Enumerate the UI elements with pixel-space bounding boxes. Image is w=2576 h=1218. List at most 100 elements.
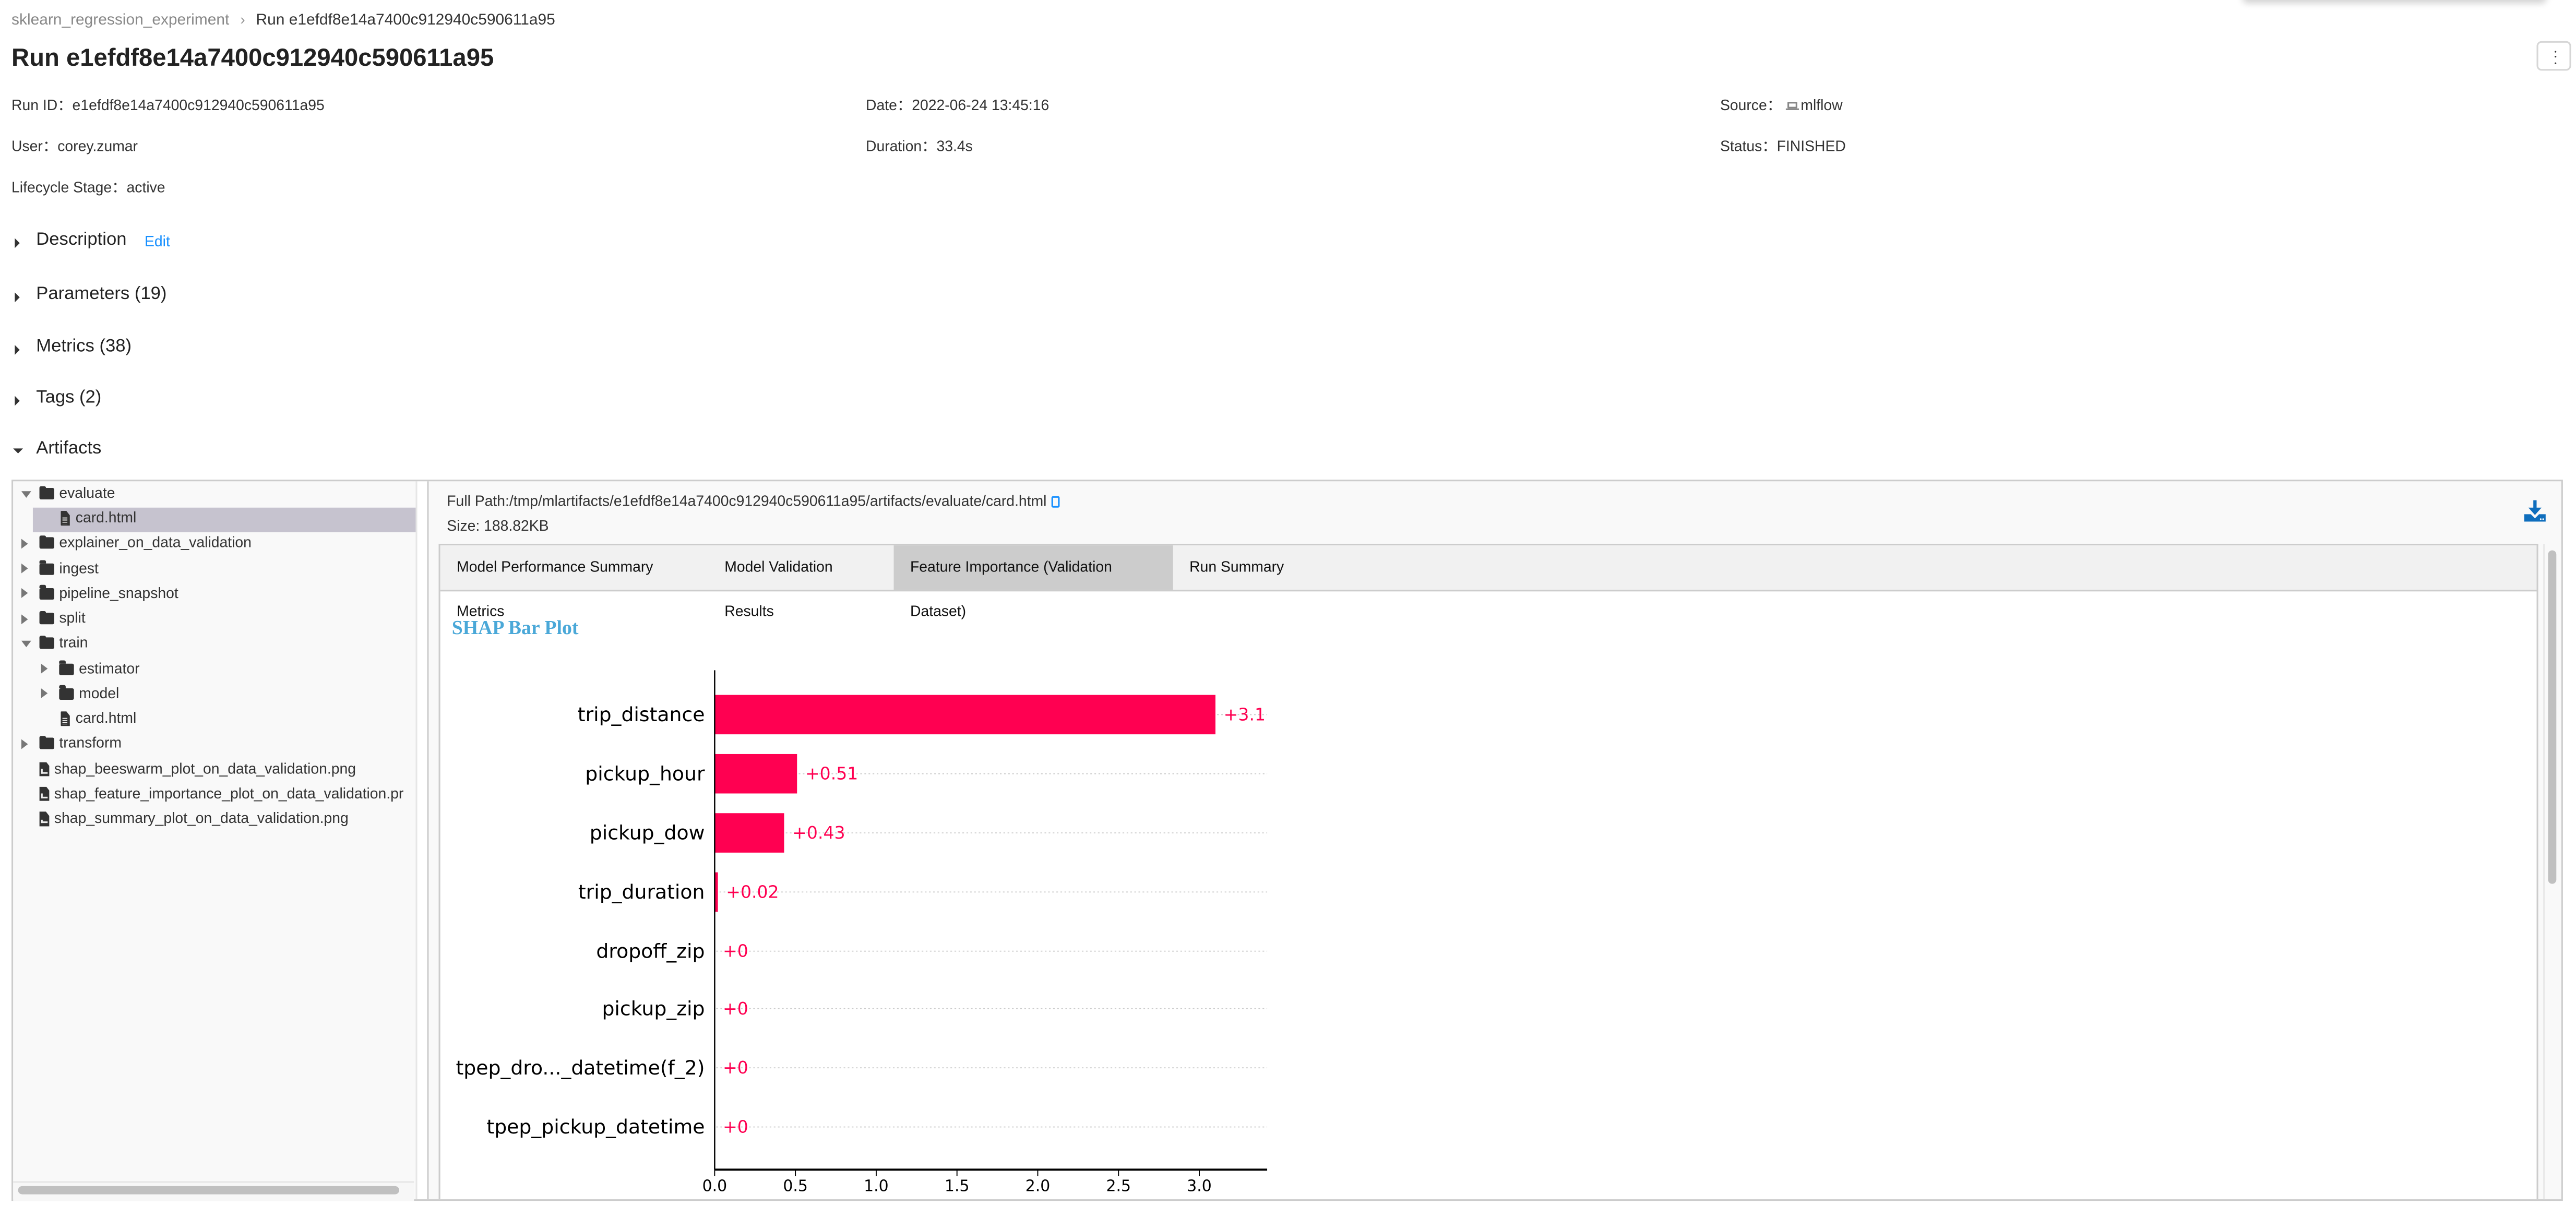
caret-right-icon[interactable] bbox=[41, 663, 48, 674]
category-label: pickup_hour bbox=[585, 762, 705, 785]
tree-file[interactable]: card.html bbox=[13, 707, 415, 732]
value-label: +0.43 bbox=[792, 822, 845, 843]
tree-horizontal-scrollbar[interactable] bbox=[18, 1186, 399, 1194]
tree-folder[interactable]: model bbox=[13, 682, 415, 706]
tree-folder[interactable]: transform bbox=[13, 732, 415, 756]
tree-divider bbox=[417, 481, 429, 1200]
tree-item-label: transform bbox=[59, 734, 122, 751]
tree-item-label: evaluate bbox=[59, 484, 115, 501]
tree-item-label: explainer_on_data_validation bbox=[59, 534, 252, 551]
laptop-icon bbox=[1786, 101, 1799, 111]
page-title: Run e1efdf8e14a7400c912940c590611a95 bbox=[11, 44, 494, 73]
tree-file[interactable]: shap_beeswarm_plot_on_data_validation.pn… bbox=[13, 757, 415, 782]
x-tick-label: 1.5 bbox=[945, 1177, 970, 1195]
category-label: pickup_zip bbox=[602, 997, 705, 1020]
tree-file[interactable]: shap_feature_importance_plot_on_data_val… bbox=[13, 782, 415, 806]
date-field: Date：2022-06-24 13:45:16 bbox=[866, 93, 1049, 115]
date-value: 2022-06-24 13:45:16 bbox=[912, 97, 1050, 114]
status-value: FINISHED bbox=[1776, 138, 1846, 154]
status-label: Status： bbox=[1720, 138, 1777, 154]
duration-field: Duration：33.4s bbox=[866, 135, 973, 156]
x-tick-label: 3.0 bbox=[1187, 1177, 1212, 1195]
caret-down-icon bbox=[12, 447, 22, 453]
tree-item-label: model bbox=[79, 684, 120, 701]
category-label: trip_distance bbox=[578, 703, 705, 726]
folder-icon bbox=[39, 635, 54, 649]
artifact-full-path: Full Path:/tmp/mlartifacts/e1efdf8e14a74… bbox=[447, 493, 1060, 509]
file-icon bbox=[59, 511, 70, 526]
tree-file[interactable]: card.html bbox=[32, 507, 416, 532]
section-tags-label: Tags (2) bbox=[36, 387, 102, 408]
folder-icon bbox=[39, 735, 54, 749]
category-label: dropoff_zip bbox=[596, 939, 705, 962]
caret-down-icon[interactable] bbox=[21, 490, 31, 497]
run-id-value: e1efdf8e14a7400c912940c590611a95 bbox=[72, 97, 325, 114]
lifecycle-value: active bbox=[126, 179, 165, 196]
caret-right-icon[interactable] bbox=[21, 588, 28, 598]
tree-item-label: split bbox=[59, 609, 86, 626]
tree-folder[interactable]: train bbox=[13, 631, 415, 656]
run-page: sklearn_regression_experiment › Run e1ef… bbox=[0, 0, 2576, 1218]
copy-icon[interactable] bbox=[1051, 496, 1060, 508]
tree-item-label: card.html bbox=[75, 709, 137, 726]
category-label: trip_duration bbox=[578, 880, 705, 903]
section-tags[interactable]: Tags (2) bbox=[11, 388, 209, 412]
tree-item-label: train bbox=[59, 634, 88, 651]
download-icon[interactable] bbox=[2523, 499, 2546, 522]
tree-file[interactable]: shap_summary_plot_on_data_validation.png bbox=[13, 807, 415, 832]
shap-bar-chart: trip_distance +3.1 pickup_hour +0.51 pickup_… bbox=[456, 670, 1268, 1195]
full-path-text: Full Path:/tmp/mlartifacts/e1efdf8e14a74… bbox=[447, 493, 1047, 509]
category-label: tpep_dro..._datetime(f_2) bbox=[456, 1056, 705, 1079]
duration-label: Duration： bbox=[865, 138, 937, 154]
section-parameters[interactable]: Parameters (19) bbox=[11, 284, 209, 309]
source-value[interactable]: mlflow bbox=[1800, 97, 1842, 113]
caret-right-icon[interactable] bbox=[21, 563, 28, 574]
breadcrumb-experiment-link[interactable]: sklearn_regression_experiment bbox=[11, 11, 229, 30]
overflow-menu-button[interactable] bbox=[2536, 41, 2571, 71]
viewer-vertical-scrollbar[interactable] bbox=[2548, 550, 2557, 884]
x-tick-label: 0.5 bbox=[783, 1177, 808, 1195]
caret-down-icon[interactable] bbox=[21, 640, 31, 647]
image-file-icon bbox=[39, 761, 50, 777]
bar-pickup_hour bbox=[714, 754, 797, 794]
value-label: +0 bbox=[723, 1117, 748, 1137]
lifecycle-label: Lifecycle Stage： bbox=[11, 179, 127, 196]
value-label: +0 bbox=[723, 998, 748, 1019]
lifecycle-field: Lifecycle Stage：active bbox=[11, 176, 165, 197]
description-edit-link[interactable]: Edit bbox=[145, 232, 170, 248]
tree-folder[interactable]: evaluate bbox=[13, 482, 415, 507]
caret-right-icon bbox=[15, 395, 20, 405]
tree-item-label: ingest bbox=[59, 559, 99, 576]
caret-right-icon[interactable] bbox=[21, 613, 28, 624]
category-label: pickup_dow bbox=[590, 821, 705, 844]
file-icon bbox=[59, 711, 70, 726]
folder-icon bbox=[39, 610, 54, 625]
user-value: corey.zumar bbox=[57, 138, 138, 154]
category-label: tpep_pickup_datetime bbox=[486, 1115, 705, 1138]
folder-icon bbox=[39, 584, 54, 599]
caret-right-icon[interactable] bbox=[21, 738, 28, 748]
tree-folder[interactable]: split bbox=[13, 607, 415, 631]
tree-folder[interactable]: ingest bbox=[13, 557, 415, 581]
section-artifacts[interactable]: Artifacts bbox=[11, 439, 209, 463]
caret-right-icon bbox=[15, 344, 20, 354]
artifact-viewer: Full Path:/tmp/mlartifacts/e1efdf8e14a74… bbox=[428, 481, 2561, 1200]
caret-right-icon[interactable] bbox=[41, 688, 48, 698]
tree-item-label: shap_feature_importance_plot_on_data_val… bbox=[54, 784, 404, 801]
tree-folder[interactable]: explainer_on_data_validation bbox=[13, 531, 415, 556]
artifacts-panel: evaluate card.html explainer_on_data_valid… bbox=[11, 480, 2563, 1201]
source-label: Source： bbox=[1720, 97, 1782, 114]
image-file-icon bbox=[39, 811, 50, 827]
value-label: +0 bbox=[723, 1057, 748, 1078]
tree-item-label: pipeline_snapshot bbox=[59, 584, 178, 601]
tree-folder[interactable]: pipeline_snapshot bbox=[13, 581, 415, 606]
x-tick-label: 1.0 bbox=[864, 1177, 889, 1195]
section-metrics[interactable]: Metrics (38) bbox=[11, 337, 209, 361]
section-parameters-label: Parameters (19) bbox=[36, 284, 167, 304]
x-tick-label: 0.0 bbox=[702, 1177, 728, 1195]
folder-icon bbox=[59, 685, 74, 699]
tree-folder[interactable]: estimator bbox=[13, 657, 415, 682]
caret-right-icon[interactable] bbox=[21, 538, 28, 548]
tree-item-label: shap_summary_plot_on_data_validation.png bbox=[54, 809, 349, 827]
tree-item-label: card.html bbox=[75, 509, 137, 526]
